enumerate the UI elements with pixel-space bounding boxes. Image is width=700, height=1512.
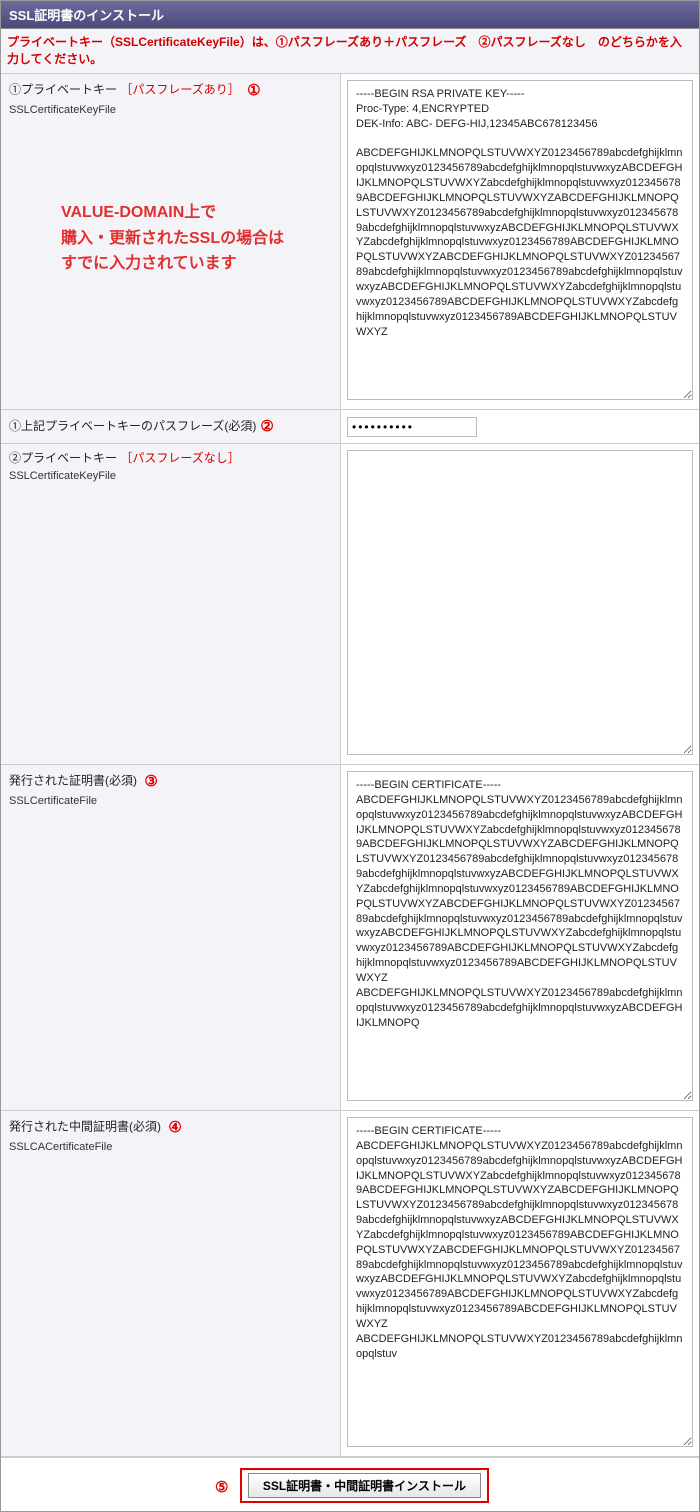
annotation-5-icon: ⑤: [215, 1478, 228, 1496]
pkey-without-hint: ［パスフレーズなし］: [120, 451, 239, 465]
annotation-1-icon: ①: [247, 80, 260, 101]
passphrase-label: ①上記プライベートキーのパスフレーズ(必須): [9, 418, 256, 435]
notice-text: プライベートキー（SSLCertificateKeyFile）は、①パスフレーズ…: [1, 29, 699, 74]
pkey-with-hint: ［パスフレーズあり］: [120, 83, 239, 97]
annotation-2-icon: ②: [260, 416, 273, 437]
pkey-without-sub: SSLCertificateKeyFile: [9, 469, 332, 484]
row-private-key-without-passphrase: ②プライベートキー ［パスフレーズなし］ SSLCertificateKeyFi…: [1, 444, 699, 765]
submit-row: ⑤ SSL証明書・中間証明書インストール: [1, 1457, 699, 1511]
cacert-label: 発行された中間証明書(必須): [9, 1120, 161, 1134]
pkey-without-label: ②プライベートキー: [9, 451, 117, 465]
certificate-textarea[interactable]: [347, 771, 693, 1101]
install-button[interactable]: SSL証明書・中間証明書インストール: [248, 1473, 481, 1498]
private-key-with-passphrase-textarea[interactable]: [347, 80, 693, 400]
cert-sub: SSLCertificateFile: [9, 794, 332, 809]
cert-label: 発行された証明書(必須): [9, 774, 137, 788]
row-certificate: 発行された証明書(必須) ③ SSLCertificateFile: [1, 765, 699, 1111]
ca-certificate-textarea[interactable]: [347, 1117, 693, 1447]
overlay-note: VALUE-DOMAIN上で 購入・更新されたSSLの場合は すでに入力されてい…: [61, 200, 321, 277]
cacert-sub: SSLCACertificateFile: [9, 1140, 332, 1155]
row-passphrase: ①上記プライベートキーのパスフレーズ(必須) ②: [1, 410, 699, 444]
annotation-3-icon: ③: [144, 771, 157, 792]
pkey-with-label: ①プライベートキー: [9, 83, 117, 97]
pkey-with-sub: SSLCertificateKeyFile: [9, 103, 332, 118]
ssl-install-panel: SSL証明書のインストール プライベートキー（SSLCertificateKey…: [0, 0, 700, 1512]
row-private-key-with-passphrase: ①プライベートキー ［パスフレーズあり］ ① SSLCertificateKey…: [1, 74, 699, 410]
row-ca-certificate: 発行された中間証明書(必須) ④ SSLCACertificateFile: [1, 1111, 699, 1457]
panel-title: SSL証明書のインストール: [1, 1, 699, 29]
annotation-4-icon: ④: [168, 1117, 181, 1138]
passphrase-input[interactable]: [347, 417, 477, 437]
private-key-without-passphrase-textarea[interactable]: [347, 450, 693, 755]
